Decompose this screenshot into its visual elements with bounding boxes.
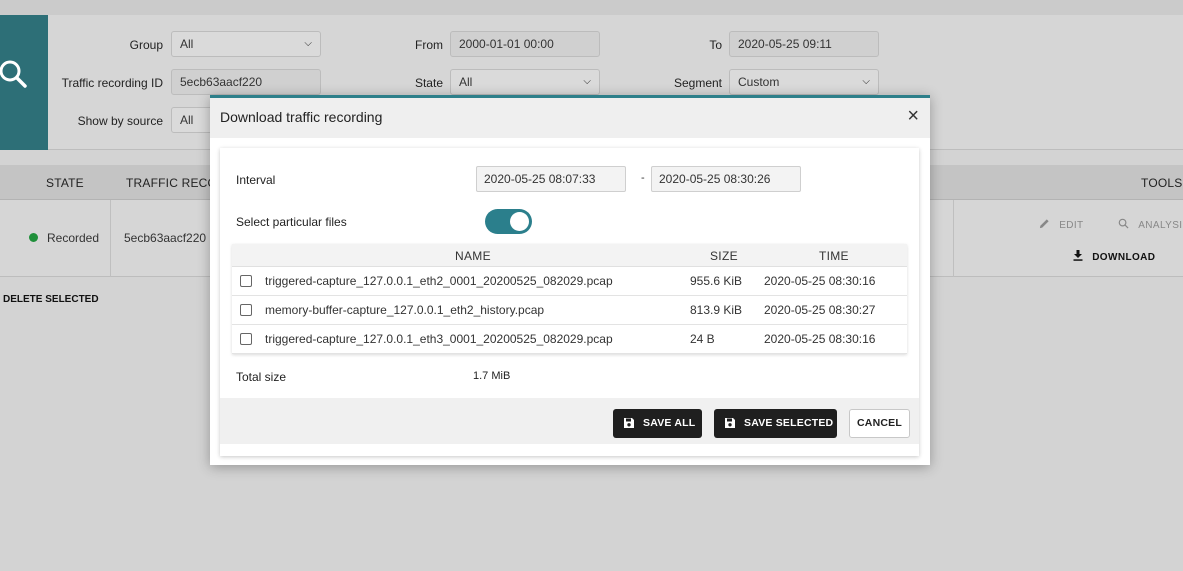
- floppy-icon: [725, 418, 735, 428]
- file-size: 24 B: [690, 332, 715, 346]
- file-row[interactable]: memory-buffer-capture_127.0.0.1_eth2_his…: [232, 296, 907, 325]
- file-row[interactable]: triggered-capture_127.0.0.1_eth2_0001_20…: [232, 267, 907, 296]
- group-label: Group: [129, 38, 163, 52]
- state-select[interactable]: All ⌵: [450, 69, 600, 95]
- save-all-label: SAVE ALL: [643, 417, 696, 429]
- cancel-button[interactable]: CANCEL: [849, 409, 910, 438]
- row-state: Recorded: [47, 231, 100, 245]
- state-label: State: [414, 76, 443, 90]
- file-row[interactable]: triggered-capture_127.0.0.1_eth3_0001_20…: [232, 325, 907, 354]
- pencil-icon: [1039, 219, 1049, 229]
- select-files-label: Select particular files: [236, 215, 347, 229]
- column-divider: [110, 200, 111, 277]
- select-files-toggle[interactable]: [485, 209, 532, 234]
- interval-to-input[interactable]: 2020-05-25 08:30:26: [651, 166, 801, 192]
- column-traffic-recording[interactable]: TRAFFIC RECO: [126, 176, 217, 190]
- column-state[interactable]: STATE: [46, 176, 84, 190]
- edit-button[interactable]: EDIT: [1039, 218, 1084, 231]
- column-divider: [953, 200, 954, 277]
- files-table: NAME SIZE TIME triggered-capture_127.0.0…: [232, 244, 907, 354]
- magnify-icon: [1118, 218, 1129, 229]
- download-button[interactable]: DOWNLOAD: [1073, 250, 1155, 263]
- analysis-label: ANALYSI: [1138, 220, 1183, 231]
- close-icon[interactable]: ×: [907, 105, 919, 127]
- edit-label: EDIT: [1059, 220, 1084, 231]
- interval-separator: -: [641, 172, 645, 184]
- show-by-source-label: Show by source: [77, 114, 163, 128]
- row-id: 5ecb63aacf220: [124, 231, 207, 245]
- download-label: DOWNLOAD: [1092, 252, 1156, 263]
- search-button[interactable]: [0, 15, 48, 150]
- file-name: triggered-capture_127.0.0.1_eth2_0001_20…: [265, 274, 613, 288]
- to-label: To: [709, 38, 722, 52]
- column-size: SIZE: [710, 249, 738, 263]
- dialog-body: Interval 2020-05-25 08:07:33 - 2020-05-2…: [220, 148, 919, 456]
- save-selected-button[interactable]: SAVE SELECTED: [714, 409, 837, 438]
- column-time: TIME: [819, 249, 849, 263]
- total-size-value: 1.7 MiB: [473, 370, 511, 382]
- file-name: triggered-capture_127.0.0.1_eth3_0001_20…: [265, 332, 613, 346]
- from-label: From: [415, 38, 443, 52]
- top-strip: [0, 0, 1183, 15]
- file-time: 2020-05-25 08:30:27: [764, 303, 876, 317]
- dialog-header: Download traffic recording ×: [210, 98, 930, 138]
- floppy-icon: [624, 418, 634, 428]
- save-all-button[interactable]: SAVE ALL: [613, 409, 702, 438]
- chevron-down-icon: ⌵: [304, 38, 312, 49]
- download-dialog: Download traffic recording × Interval 20…: [210, 95, 930, 465]
- analysis-button[interactable]: ANALYSI: [1118, 218, 1183, 231]
- from-input[interactable]: 2000-01-01 00:00: [450, 31, 600, 57]
- interval-label: Interval: [236, 173, 276, 187]
- toggle-knob: [510, 212, 529, 231]
- dialog-title: Download traffic recording: [220, 109, 383, 125]
- file-checkbox[interactable]: [240, 304, 252, 316]
- save-selected-label: SAVE SELECTED: [744, 417, 834, 429]
- segment-label: Segment: [673, 76, 722, 90]
- file-size: 955.6 KiB: [690, 274, 743, 288]
- download-icon: [1073, 250, 1083, 261]
- column-name: NAME: [455, 249, 491, 263]
- group-value: All: [180, 37, 194, 51]
- state-value: All: [459, 75, 473, 89]
- search-icon: [0, 60, 27, 88]
- recording-id-input[interactable]: 5ecb63aacf220: [171, 69, 321, 95]
- dialog-footer: SAVE ALL SAVE SELECTED CANCEL: [220, 398, 919, 444]
- segment-select[interactable]: Custom ⌵: [729, 69, 879, 95]
- file-name: memory-buffer-capture_127.0.0.1_eth2_his…: [265, 303, 545, 317]
- delete-selected-button[interactable]: DELETE SELECTED: [3, 294, 99, 305]
- files-table-header: NAME SIZE TIME: [232, 244, 907, 267]
- file-checkbox[interactable]: [240, 275, 252, 287]
- to-input[interactable]: 2020-05-25 09:11: [729, 31, 879, 57]
- file-checkbox[interactable]: [240, 333, 252, 345]
- column-tools: TOOLS: [1141, 176, 1183, 190]
- recording-id-label: Traffic recording ID: [61, 76, 163, 90]
- group-select[interactable]: All ⌵: [171, 31, 321, 57]
- segment-value: Custom: [738, 75, 780, 89]
- total-size-label: Total size: [236, 370, 287, 384]
- show-by-source-value: All: [180, 113, 194, 127]
- file-time: 2020-05-25 08:30:16: [764, 332, 876, 346]
- chevron-down-icon: ⌵: [583, 76, 591, 87]
- interval-from-input[interactable]: 2020-05-25 08:07:33: [476, 166, 626, 192]
- file-size: 813.9 KiB: [690, 303, 743, 317]
- recorded-status-dot: [29, 233, 38, 242]
- file-time: 2020-05-25 08:30:16: [764, 274, 876, 288]
- chevron-down-icon: ⌵: [862, 76, 870, 87]
